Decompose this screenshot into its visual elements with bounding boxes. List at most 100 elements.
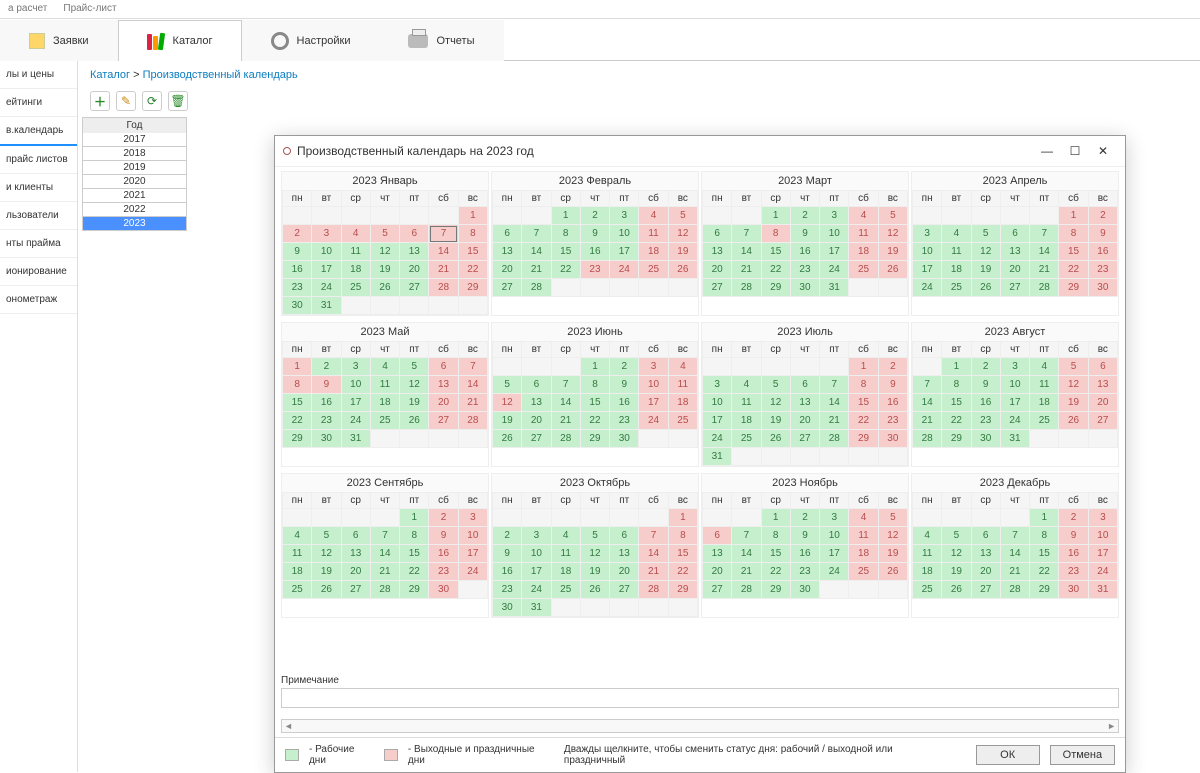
day-cell[interactable]: 30 xyxy=(971,430,1000,448)
day-cell[interactable]: 8 xyxy=(283,376,312,394)
day-cell[interactable]: 16 xyxy=(790,545,819,563)
day-cell[interactable]: 18 xyxy=(849,545,878,563)
day-cell[interactable]: 16 xyxy=(312,394,341,412)
day-cell[interactable]: 29 xyxy=(283,430,312,448)
day-cell[interactable]: 20 xyxy=(429,394,458,412)
day-cell[interactable]: 16 xyxy=(610,394,639,412)
day-cell[interactable]: 12 xyxy=(942,545,971,563)
day-cell[interactable]: 10 xyxy=(1088,527,1117,545)
day-cell[interactable]: 27 xyxy=(790,430,819,448)
day-cell[interactable]: 1 xyxy=(1059,207,1088,225)
day-cell[interactable]: 2 xyxy=(878,358,907,376)
sidebar-item[interactable]: в.календарь xyxy=(0,117,77,146)
day-cell[interactable]: 5 xyxy=(878,509,907,527)
day-cell[interactable]: 21 xyxy=(458,394,487,412)
day-cell[interactable]: 1 xyxy=(400,509,429,527)
day-cell[interactable]: 3 xyxy=(341,358,370,376)
day-cell[interactable]: 7 xyxy=(551,376,580,394)
day-cell[interactable]: 13 xyxy=(341,545,370,563)
day-cell[interactable]: 26 xyxy=(971,279,1000,297)
day-cell[interactable]: 21 xyxy=(913,412,942,430)
day-cell[interactable]: 11 xyxy=(849,225,878,243)
day-cell[interactable]: 2 xyxy=(580,207,609,225)
day-cell[interactable]: 18 xyxy=(668,394,697,412)
day-cell[interactable]: 29 xyxy=(761,581,790,599)
sidebar-item[interactable]: лы и цены xyxy=(0,61,77,89)
day-cell[interactable]: 14 xyxy=(429,243,458,261)
day-cell[interactable]: 3 xyxy=(820,509,849,527)
day-cell[interactable]: 23 xyxy=(971,412,1000,430)
day-cell[interactable]: 13 xyxy=(429,376,458,394)
day-cell[interactable]: 25 xyxy=(849,261,878,279)
day-cell[interactable]: 22 xyxy=(1059,261,1088,279)
day-cell[interactable]: 4 xyxy=(913,527,942,545)
day-cell[interactable]: 5 xyxy=(400,358,429,376)
day-cell[interactable]: 27 xyxy=(971,581,1000,599)
day-cell[interactable]: 10 xyxy=(1000,376,1029,394)
day-cell[interactable]: 27 xyxy=(610,581,639,599)
day-cell[interactable]: 12 xyxy=(580,545,609,563)
day-cell[interactable]: 27 xyxy=(400,279,429,297)
day-cell[interactable]: 3 xyxy=(913,225,942,243)
day-cell[interactable]: 11 xyxy=(732,394,761,412)
day-cell[interactable]: 11 xyxy=(370,376,399,394)
day-cell[interactable]: 7 xyxy=(458,358,487,376)
day-cell[interactable]: 18 xyxy=(283,563,312,581)
day-cell[interactable]: 15 xyxy=(551,243,580,261)
day-cell[interactable]: 7 xyxy=(522,225,551,243)
day-cell[interactable]: 12 xyxy=(493,394,522,412)
day-cell[interactable]: 23 xyxy=(283,279,312,297)
day-cell[interactable]: 9 xyxy=(971,376,1000,394)
day-cell[interactable]: 12 xyxy=(400,376,429,394)
day-cell[interactable]: 17 xyxy=(913,261,942,279)
day-cell[interactable]: 10 xyxy=(610,225,639,243)
day-cell[interactable]: 25 xyxy=(849,563,878,581)
day-cell[interactable]: 8 xyxy=(580,376,609,394)
day-cell[interactable]: 9 xyxy=(610,376,639,394)
day-cell[interactable]: 3 xyxy=(312,225,341,243)
day-cell[interactable]: 16 xyxy=(283,261,312,279)
day-cell[interactable]: 3 xyxy=(1088,509,1117,527)
day-cell[interactable]: 29 xyxy=(942,430,971,448)
day-cell[interactable]: 24 xyxy=(312,279,341,297)
day-cell[interactable]: 1 xyxy=(458,207,487,225)
day-cell[interactable]: 8 xyxy=(1030,527,1059,545)
day-cell[interactable]: 3 xyxy=(522,527,551,545)
day-cell[interactable]: 18 xyxy=(913,563,942,581)
year-row[interactable]: 2019 xyxy=(82,161,187,175)
day-cell[interactable]: 22 xyxy=(849,412,878,430)
day-cell[interactable]: 19 xyxy=(942,563,971,581)
day-cell[interactable]: 2 xyxy=(493,527,522,545)
day-cell[interactable]: 6 xyxy=(703,225,732,243)
day-cell[interactable]: 21 xyxy=(522,261,551,279)
day-cell[interactable]: 20 xyxy=(400,261,429,279)
tab-settings[interactable]: Настройки xyxy=(242,20,380,61)
day-cell[interactable]: 29 xyxy=(849,430,878,448)
breadcrumb-link-catalog[interactable]: Каталог xyxy=(90,69,130,81)
sidebar-item[interactable]: ионирование xyxy=(0,258,77,286)
day-cell[interactable]: 18 xyxy=(341,261,370,279)
day-cell[interactable]: 17 xyxy=(703,412,732,430)
minimize-icon[interactable]: — xyxy=(1033,142,1061,160)
day-cell[interactable]: 15 xyxy=(668,545,697,563)
day-cell[interactable]: 14 xyxy=(370,545,399,563)
day-cell[interactable]: 28 xyxy=(370,581,399,599)
day-cell[interactable]: 30 xyxy=(493,599,522,617)
day-cell[interactable]: 29 xyxy=(1030,581,1059,599)
day-cell[interactable]: 14 xyxy=(639,545,668,563)
day-cell[interactable]: 1 xyxy=(668,509,697,527)
day-cell[interactable]: 19 xyxy=(370,261,399,279)
day-cell[interactable]: 9 xyxy=(790,527,819,545)
day-cell[interactable]: 6 xyxy=(1000,225,1029,243)
sidebar-item[interactable]: льзователи xyxy=(0,202,77,230)
day-cell[interactable]: 10 xyxy=(820,527,849,545)
day-cell[interactable]: 3 xyxy=(1000,358,1029,376)
day-cell[interactable]: 6 xyxy=(1088,358,1117,376)
day-cell[interactable]: 6 xyxy=(400,225,429,243)
day-cell[interactable]: 14 xyxy=(732,545,761,563)
day-cell[interactable]: 21 xyxy=(820,412,849,430)
day-cell[interactable]: 19 xyxy=(312,563,341,581)
day-cell[interactable]: 25 xyxy=(639,261,668,279)
year-row[interactable]: 2017 xyxy=(82,133,187,147)
tab-orders[interactable]: Заявки xyxy=(0,20,118,61)
